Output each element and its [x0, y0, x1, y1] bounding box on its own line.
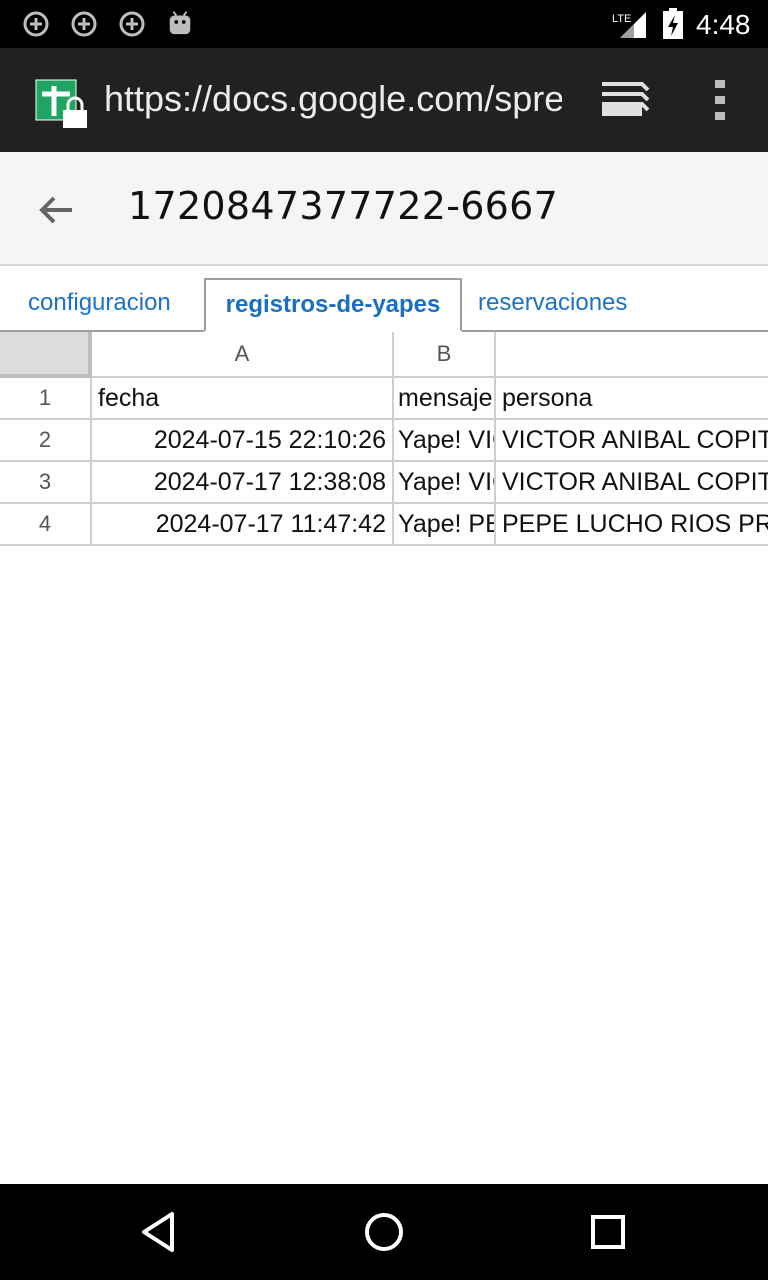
tabs-icon[interactable]: [596, 76, 652, 124]
add-circle-icon: [71, 11, 97, 37]
add-circle-icon: [119, 11, 145, 37]
tab-configuracion[interactable]: configuracion: [28, 278, 171, 332]
row-header[interactable]: 2: [0, 420, 92, 462]
more-vert-icon[interactable]: [706, 74, 734, 126]
cell[interactable]: PEPE LUCHO RIOS PRUNA: [496, 504, 768, 546]
url-field[interactable]: https://docs.google.com/spreadsheets: [104, 78, 562, 122]
cell[interactable]: 2024-07-17 12:38:08: [92, 462, 394, 504]
cell[interactable]: mensaje: [394, 378, 496, 420]
cell[interactable]: Yape! VICTOR: [394, 462, 496, 504]
clock: 4:48: [696, 9, 751, 40]
sheet-tab-bar: configuracion registros-de-yapes reserva…: [0, 266, 768, 332]
row-header[interactable]: 4: [0, 504, 92, 546]
system-nav-bar: [0, 1184, 768, 1280]
nav-back-icon[interactable]: [136, 1208, 184, 1256]
status-bar: LTE 4:48: [0, 0, 768, 48]
document-header: 1720847377722-6667: [0, 152, 768, 266]
cell[interactable]: VICTOR ANIBAL COPITAN: [496, 462, 768, 504]
select-all-corner[interactable]: [0, 332, 92, 378]
signal-icon: LTE: [612, 12, 646, 38]
column-header-a[interactable]: A: [92, 332, 394, 378]
table-row: 1 fecha mensaje persona: [0, 378, 768, 420]
row-header[interactable]: 3: [0, 462, 92, 504]
cell[interactable]: 2024-07-17 11:47:42: [92, 504, 394, 546]
cell[interactable]: VICTOR ANIBAL COPITAN: [496, 420, 768, 462]
cell[interactable]: persona: [496, 378, 768, 420]
document-title: 1720847377722-6667: [128, 184, 559, 228]
column-header-b[interactable]: B: [394, 332, 496, 378]
tab-registros-de-yapes[interactable]: registros-de-yapes: [204, 278, 462, 332]
table-row: 4 2024-07-17 11:47:42 Yape! PEPE PEPE LU…: [0, 504, 768, 546]
cell[interactable]: fecha: [92, 378, 394, 420]
table-row: 3 2024-07-17 12:38:08 Yape! VICTOR VICTO…: [0, 462, 768, 504]
tab-reservaciones[interactable]: reservaciones: [478, 278, 627, 332]
row-header[interactable]: 1: [0, 378, 92, 420]
column-header-c[interactable]: [496, 332, 768, 378]
nav-home-icon[interactable]: [360, 1208, 408, 1256]
android-icon: [169, 11, 191, 35]
svg-text:LTE: LTE: [612, 13, 631, 25]
table-row: 2 2024-07-15 22:10:26 Yape! VICTOR VICTO…: [0, 420, 768, 462]
cell[interactable]: Yape! VICTOR: [394, 420, 496, 462]
cell[interactable]: 2024-07-15 22:10:26: [92, 420, 394, 462]
browser-url-bar: https://docs.google.com/spreadsheets: [0, 48, 768, 152]
cell[interactable]: Yape! PEPE: [394, 504, 496, 546]
add-circle-icon: [23, 11, 49, 37]
arrow-back-icon[interactable]: [34, 188, 78, 232]
nav-recents-icon[interactable]: [584, 1208, 632, 1256]
battery-charging-icon: [663, 8, 683, 39]
sheets-lock-icon: [35, 79, 87, 128]
